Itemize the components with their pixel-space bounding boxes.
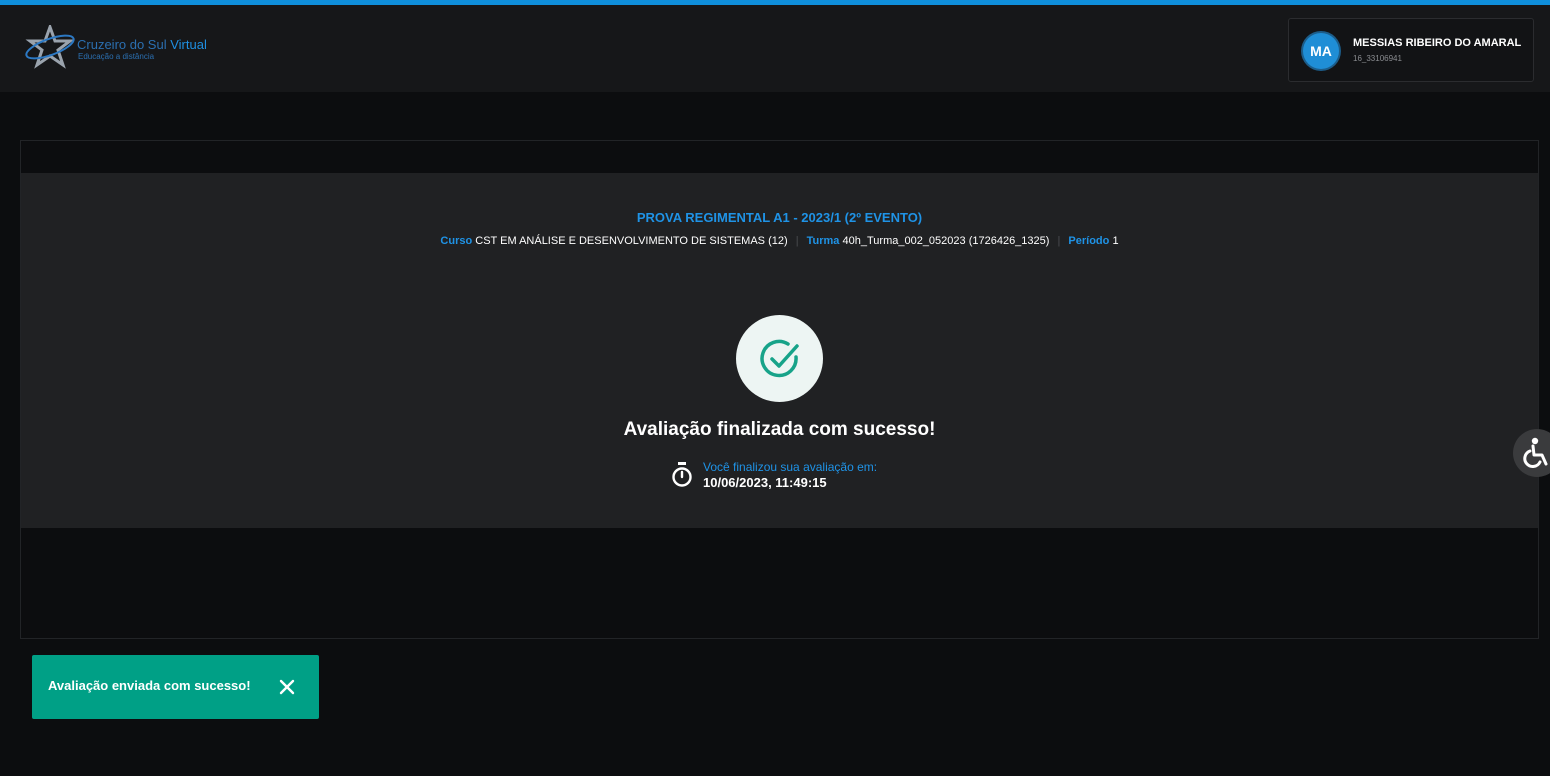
header: Cruzeiro do Sul Virtual Educação a distâ… [0, 5, 1550, 92]
user-name: MESSIAS RIBEIRO DO AMARAL [1353, 37, 1522, 49]
logo-brand: Cruzeiro do Sul Virtual [77, 37, 207, 52]
user-card[interactable]: MA MESSIAS RIBEIRO DO AMARAL 16_33106941 [1288, 18, 1534, 82]
toast-close-button[interactable] [277, 677, 297, 697]
star-logo-icon [25, 25, 75, 69]
success-badge [736, 315, 823, 402]
user-id: 16_33106941 [1353, 54, 1402, 63]
accessibility-icon [1523, 437, 1548, 468]
class-value: 40h_Turma_002_052023 (1726426_1325) [842, 235, 1050, 247]
course-label: Curso [440, 235, 473, 247]
toast-message: Avaliação enviada com sucesso! [48, 678, 251, 693]
finished-info: Você finalizou sua avaliação em: 10/06/2… [671, 459, 931, 499]
period-value: 1 [1112, 235, 1119, 247]
success-heading: Avaliação finalizada com sucesso! [623, 419, 936, 440]
period-label: Período [1068, 235, 1110, 247]
result-panel: PROVA REGIMENTAL A1 - 2023/1 (2º EVENTO)… [21, 173, 1538, 528]
finished-label: Você finalizou sua avaliação em: [703, 460, 878, 474]
separator: | [795, 235, 799, 247]
course-value: CST EM ANÁLISE E DESENVOLVIMENTO DE SIST… [475, 235, 788, 247]
exam-title: PROVA REGIMENTAL A1 - 2023/1 (2º EVENTO) [636, 210, 923, 225]
logo[interactable]: Cruzeiro do Sul Virtual Educação a distâ… [24, 25, 214, 75]
class-label: Turma [806, 235, 840, 247]
separator: | [1057, 235, 1061, 247]
finished-time: 10/06/2023, 11:49:15 [703, 475, 827, 490]
stopwatch-icon [672, 462, 692, 487]
close-icon [279, 679, 295, 695]
logo-tagline: Educação a distância [78, 52, 155, 61]
toast-notification: Avaliação enviada com sucesso! [32, 655, 319, 719]
check-circle-icon [759, 339, 799, 377]
avatar[interactable]: MA [1303, 33, 1339, 69]
exam-meta: Curso CST EM ANÁLISE E DESENVOLVIMENTO D… [21, 235, 1538, 247]
